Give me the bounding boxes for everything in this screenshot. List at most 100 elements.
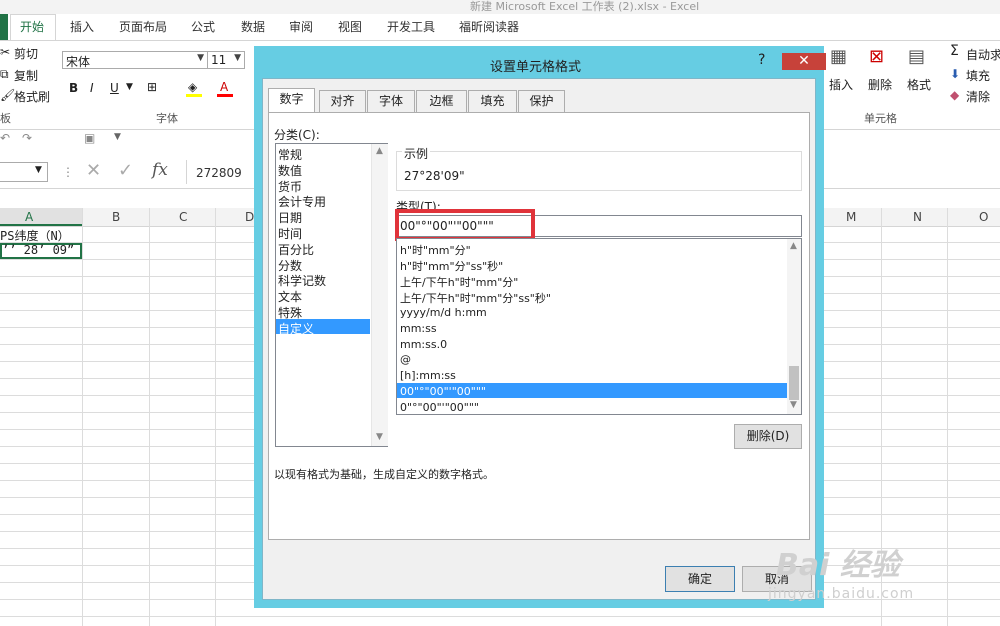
format-item[interactable]: mm:ss <box>400 322 437 335</box>
column-header-o[interactable]: O <box>979 210 988 224</box>
font-size-select[interactable]: 11 ▼ <box>207 51 245 69</box>
font-name-select[interactable]: 宋体 ▼ <box>62 51 208 69</box>
copy-button[interactable]: 复制 <box>14 67 38 84</box>
format-scroll-thumb[interactable] <box>789 366 799 400</box>
cell-a2-value: ’’ 28’ 09” <box>2 243 75 257</box>
tab-number[interactable]: 数字 <box>268 88 315 113</box>
tab-fill[interactable]: 填充 <box>468 90 517 112</box>
format-item-selected[interactable]: 00"°"00"'"00""" <box>400 385 486 398</box>
copy-icon: ⧉ <box>0 67 9 81</box>
format-painter-button[interactable]: 格式刷 <box>14 88 50 105</box>
file-tab[interactable] <box>0 14 8 40</box>
watermark-url: jingyan.baidu.com <box>768 586 915 602</box>
underline-dropdown-icon[interactable]: ▼ <box>126 82 133 92</box>
delete-cells-button[interactable]: 删除 <box>868 76 892 93</box>
insert-cells-button[interactable]: 插入 <box>829 76 853 93</box>
dialog-title: 设置单元格格式 <box>490 60 582 75</box>
column-header-d[interactable]: D <box>245 210 254 224</box>
format-cells-button[interactable]: 格式 <box>907 76 931 93</box>
column-header-c[interactable]: C <box>179 210 187 224</box>
tab-protection[interactable]: 保护 <box>518 90 565 112</box>
format-item[interactable]: yyyy/m/d h:mm <box>400 306 487 319</box>
clear-button[interactable]: 清除 <box>966 88 990 105</box>
fill-button[interactable]: 填充 <box>966 67 990 84</box>
column-header-n[interactable]: N <box>913 210 922 224</box>
fill-color-icon[interactable]: ◈ <box>188 80 197 94</box>
fill-color-bar <box>186 94 202 97</box>
format-item[interactable]: @ <box>400 353 411 366</box>
category-item[interactable]: 数值 <box>278 162 302 179</box>
tab-review[interactable]: 审阅 <box>289 18 313 35</box>
format-item[interactable]: 上午/下午h"时"mm"分" <box>400 274 518 290</box>
chevron-down-icon: ▼ <box>234 53 241 63</box>
tab-foxit[interactable]: 福昕阅读器 <box>459 18 519 35</box>
format-item[interactable]: 0"°"00"'"00""" <box>400 401 479 414</box>
format-item[interactable]: mm:ss.0 <box>400 338 447 351</box>
format-item[interactable]: 上午/下午h"时"mm"分"ss"秒" <box>400 290 551 306</box>
cell-a1[interactable]: PS纬度（N） <box>0 227 70 244</box>
italic-button[interactable]: I <box>90 81 94 95</box>
category-item-selected[interactable]: 自定义 <box>278 320 314 337</box>
category-item[interactable]: 文本 <box>278 288 302 305</box>
eraser-icon: ◆ <box>950 88 960 102</box>
scroll-down-icon[interactable]: ▼ <box>790 400 797 410</box>
close-button[interactable]: ✕ <box>782 53 826 70</box>
bold-button[interactable]: B <box>69 81 78 95</box>
customize-qat-icon[interactable]: ▼ <box>114 132 121 142</box>
form-icon[interactable]: ▣ <box>84 131 95 145</box>
category-item[interactable]: 日期 <box>278 209 302 226</box>
category-item[interactable]: 特殊 <box>278 304 302 321</box>
insert-function-button[interactable]: fx <box>152 160 168 180</box>
border-icon[interactable]: ⊞ <box>147 80 157 94</box>
font-color-icon[interactable]: A <box>220 80 228 94</box>
grid-line <box>215 208 216 626</box>
cut-button[interactable]: 剪切 <box>14 45 38 62</box>
chevron-down-icon: ▼ <box>35 165 42 175</box>
underline-button[interactable]: U <box>110 81 119 95</box>
tab-page-layout[interactable]: 页面布局 <box>119 18 167 35</box>
column-header-a[interactable]: A <box>25 210 33 224</box>
cut-icon: ✂ <box>0 45 11 59</box>
tab-font[interactable]: 字体 <box>367 90 415 112</box>
confirm-entry-icon[interactable]: ✓ <box>118 160 133 181</box>
scroll-up-icon[interactable]: ▲ <box>790 241 797 251</box>
grid-line <box>82 208 83 626</box>
tab-alignment[interactable]: 对齐 <box>319 90 366 112</box>
name-box[interactable]: ▼ <box>0 162 48 182</box>
font-name-value: 宋体 <box>66 55 91 69</box>
category-item[interactable]: 常规 <box>278 146 302 163</box>
column-header-b[interactable]: B <box>112 210 120 224</box>
ok-button[interactable]: 确定 <box>665 566 735 592</box>
tab-border[interactable]: 边框 <box>416 90 467 112</box>
tab-developer[interactable]: 开发工具 <box>387 18 435 35</box>
delete-format-button[interactable]: 删除(D) <box>734 424 802 449</box>
format-item[interactable]: [h]:mm:ss <box>400 369 456 382</box>
cancel-entry-icon[interactable]: ✕ <box>86 160 101 181</box>
format-item[interactable]: h"时"mm"分" <box>400 242 471 258</box>
window-title: 新建 Microsoft Excel 工作表 (2).xlsx - Excel <box>470 0 700 13</box>
column-a-header-bg[interactable] <box>0 208 82 226</box>
autosum-button[interactable]: 自动求 <box>966 46 1000 63</box>
tab-data[interactable]: 数据 <box>241 18 265 35</box>
highlight-annotation <box>395 209 535 241</box>
scroll-down-icon[interactable]: ▼ <box>376 432 383 442</box>
category-item[interactable]: 百分比 <box>278 241 314 258</box>
scroll-up-icon[interactable]: ▲ <box>376 146 383 156</box>
sample-label: 示例 <box>402 145 431 162</box>
tab-home[interactable]: 开始 <box>20 18 44 35</box>
category-item[interactable]: 会计专用 <box>278 193 326 210</box>
column-header-m[interactable]: M <box>846 210 856 224</box>
category-item[interactable]: 科学记数 <box>278 272 326 289</box>
category-item[interactable]: 时间 <box>278 225 302 242</box>
sigma-icon: Σ <box>950 43 959 59</box>
tab-insert[interactable]: 插入 <box>70 18 94 35</box>
help-button[interactable]: ? <box>758 52 765 68</box>
grid-line <box>149 208 150 626</box>
redo-icon[interactable]: ↷ <box>22 131 32 145</box>
tab-formulas[interactable]: 公式 <box>191 18 215 35</box>
fill-down-icon: ⬇ <box>950 67 961 81</box>
category-scrollbar[interactable]: ▲ ▼ <box>371 144 388 446</box>
format-item[interactable]: h"时"mm"分"ss"秒" <box>400 258 503 274</box>
undo-icon[interactable]: ↶ <box>0 131 10 145</box>
tab-view[interactable]: 视图 <box>338 18 362 35</box>
